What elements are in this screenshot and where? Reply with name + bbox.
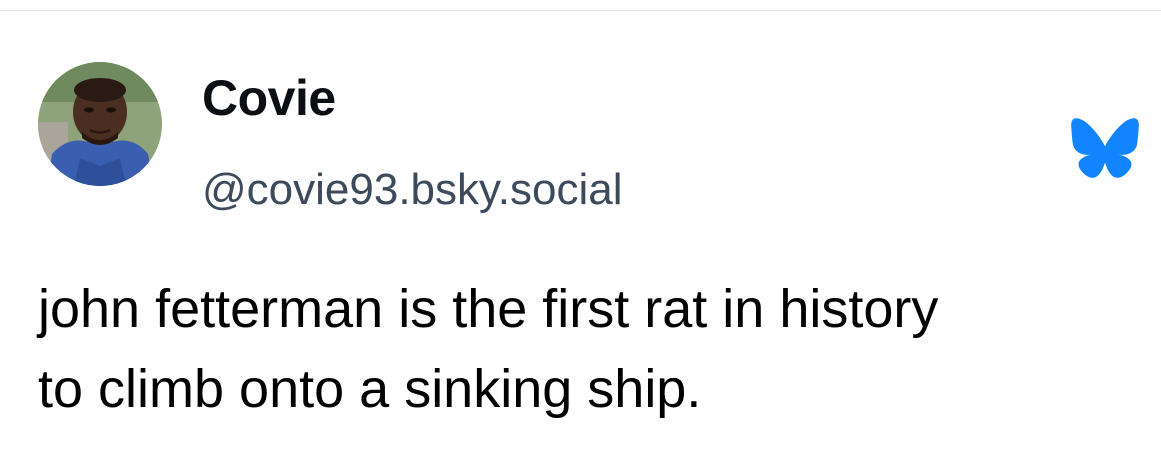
author-display-name[interactable]: Covie bbox=[202, 73, 336, 123]
author-handle[interactable]: @covie93.bsky.social bbox=[202, 168, 622, 212]
avatar-photo-icon bbox=[38, 62, 162, 186]
post-card[interactable]: Covie @covie93.bsky.social john fetterma… bbox=[0, 11, 1161, 450]
author-avatar[interactable] bbox=[38, 62, 162, 186]
post-text: john fetterman is the first rat in histo… bbox=[38, 269, 1148, 429]
post-text-line: to climb onto a sinking ship. bbox=[38, 359, 702, 419]
bluesky-butterfly-icon[interactable] bbox=[1070, 116, 1140, 180]
post-text-line: john fetterman is the first rat in histo… bbox=[38, 279, 939, 339]
